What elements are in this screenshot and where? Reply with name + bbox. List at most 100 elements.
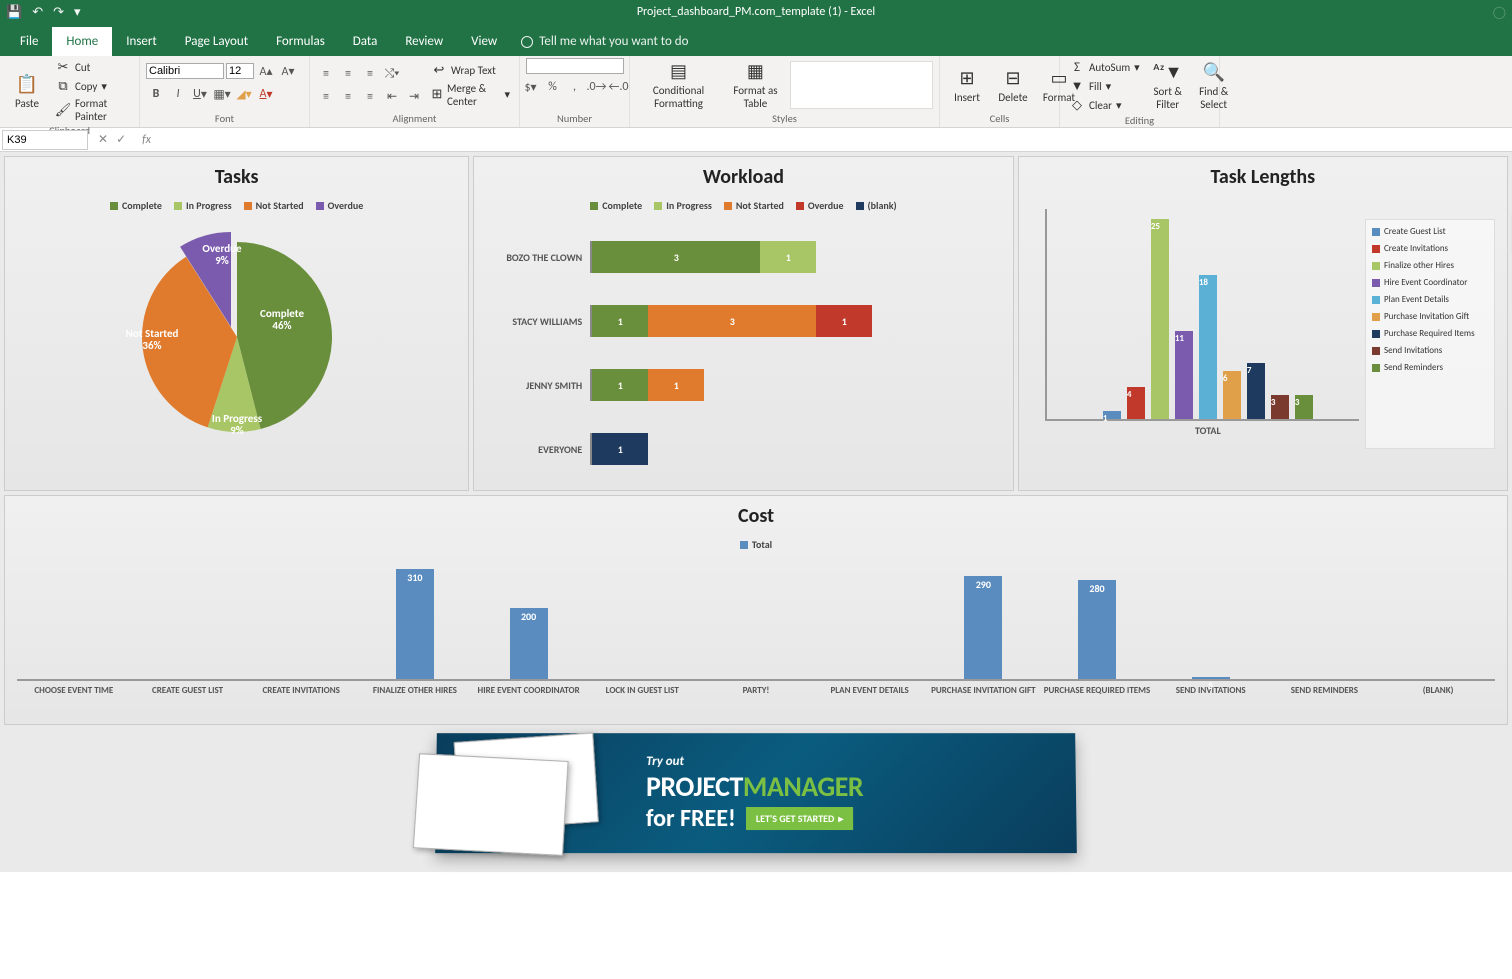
wrap-text-button[interactable]: ↩Wrap Text (428, 62, 513, 80)
promo-banner[interactable]: Try out PROJECTMANAGER for FREE! LET'S G… (4, 733, 1508, 853)
tab-view[interactable]: View (457, 27, 511, 56)
redo-icon[interactable]: ↷ (53, 5, 64, 20)
fx-label[interactable]: fx (136, 133, 151, 147)
legend-swatch (590, 202, 598, 210)
insert-cells-button[interactable]: ⊞Insert (946, 65, 988, 106)
fill-button[interactable]: ▼Fill ▾ (1066, 77, 1143, 95)
tab-data[interactable]: Data (339, 27, 392, 56)
italic-button[interactable]: I (168, 84, 188, 104)
group-alignment: ≡ ≡ ≡ ⤭▾ ≡ ≡ ≡ ⇤ ⇥ ↩Wrap Text ⊞Merge & C… (310, 56, 520, 127)
conditional-formatting-button[interactable]: ▤ Conditional Formatting (636, 58, 721, 112)
cut-button[interactable]: ✂Cut (52, 58, 133, 76)
bold-button[interactable]: B (146, 84, 166, 104)
decrease-font-icon[interactable]: A▾ (278, 61, 298, 81)
lengths-xlabel: TOTAL (1052, 424, 1364, 437)
align-middle-icon[interactable]: ≡ (338, 64, 358, 84)
cost-label: HIRE EVENT COORDINATOR (472, 681, 586, 696)
align-right-icon[interactable]: ≡ (360, 87, 380, 107)
enter-formula-icon[interactable]: ✓ (116, 132, 126, 147)
indent-dec-icon[interactable]: ⇤ (382, 87, 402, 107)
lengths-panel[interactable]: Task Lengths 142511186733TOTAL Create Gu… (1018, 156, 1508, 491)
workload-row: BOZO THE CLOWN31 (490, 232, 976, 282)
tab-insert[interactable]: Insert (112, 27, 171, 56)
merge-center-button[interactable]: ⊞Merge & Center ▾ (428, 81, 513, 109)
workload-legend: CompleteIn ProgressNot StartedOverdue(bl… (480, 199, 1006, 212)
workload-segment: 1 (592, 369, 648, 401)
legend-item: Overdue (316, 199, 364, 212)
sort-filter-button[interactable]: ᴬᶻ▼Sort & Filter (1147, 59, 1189, 113)
indent-inc-icon[interactable]: ⇥ (404, 87, 424, 107)
alignment-label: Alignment (316, 112, 513, 127)
window-controls: ◯ (1493, 5, 1506, 20)
tasks-legend: CompleteIn ProgressNot StartedOverdue (11, 199, 462, 212)
undo-icon[interactable]: ↶ (32, 5, 43, 20)
tab-home[interactable]: Home (52, 27, 112, 56)
length-bar: 4 (1126, 387, 1146, 419)
workload-segment: 1 (592, 305, 648, 337)
font-size-select[interactable] (226, 63, 254, 79)
clear-button[interactable]: ◇Clear ▾ (1066, 96, 1143, 114)
lengths-chart: 142511186733TOTAL (1045, 209, 1359, 421)
cost-label: SEND REMINDERS (1268, 681, 1382, 696)
cancel-formula-icon[interactable]: ✕ (98, 132, 108, 147)
get-started-button[interactable]: LET'S GET STARTED ▸ (746, 806, 854, 829)
paste-button[interactable]: 📋 Paste (6, 71, 48, 112)
length-legend-item: Plan Event Details (1372, 294, 1488, 305)
cost-label: CREATE GUEST LIST (131, 681, 245, 696)
promo-screenshots (395, 727, 626, 857)
group-clipboard: 📋 Paste ✂Cut ⧉Copy ▾ 🖌Format Painter Cli… (0, 56, 140, 127)
tell-me[interactable]: Tell me what you want to do (521, 34, 688, 56)
tab-file[interactable]: File (6, 27, 52, 56)
align-bottom-icon[interactable]: ≡ (360, 64, 380, 84)
orientation-icon[interactable]: ⤭▾ (382, 64, 402, 84)
increase-font-icon[interactable]: A▴ (256, 61, 276, 81)
format-painter-button[interactable]: 🖌Format Painter (52, 96, 133, 124)
length-legend-item: Hire Event Coordinator (1372, 277, 1488, 288)
cost-chart: 3102002902805 (17, 561, 1495, 681)
align-center-icon[interactable]: ≡ (338, 87, 358, 107)
lengths-title: Task Lengths (1025, 165, 1501, 189)
align-left-icon[interactable]: ≡ (316, 87, 336, 107)
number-format-select[interactable] (526, 58, 624, 74)
lightbulb-icon (521, 36, 533, 48)
tab-formulas[interactable]: Formulas (262, 27, 339, 56)
legend-swatch (110, 202, 118, 210)
font-name-select[interactable] (146, 63, 224, 79)
save-icon[interactable]: 💾 (6, 5, 22, 20)
cost-column: 5 (1154, 677, 1268, 679)
workload-panel[interactable]: Workload CompleteIn ProgressNot StartedO… (473, 156, 1013, 491)
underline-button[interactable]: U▾ (190, 84, 210, 104)
currency-icon[interactable]: $▾ (521, 77, 541, 97)
copy-button[interactable]: ⧉Copy ▾ (52, 77, 133, 95)
dec-decimal-icon[interactable]: ←.0 (609, 77, 629, 97)
align-top-icon[interactable]: ≡ (316, 64, 336, 84)
workload-row-label: JENNY SMITH (490, 379, 590, 392)
name-box[interactable] (2, 130, 88, 150)
find-select-button[interactable]: 🔍Find & Select (1193, 59, 1235, 113)
cond-format-icon: ▤ (668, 60, 690, 82)
font-color-button[interactable]: A▾ (256, 84, 276, 104)
fill-color-button[interactable]: ◢▾ (234, 84, 254, 104)
format-as-table-button[interactable]: ▦ Format as Table (725, 58, 786, 112)
percent-icon[interactable]: % (543, 77, 563, 97)
workload-segment: 1 (816, 305, 872, 337)
formula-input[interactable] (151, 130, 1512, 150)
autosum-button[interactable]: ΣAutoSum ▾ (1066, 58, 1143, 76)
inc-decimal-icon[interactable]: .0→ (587, 77, 607, 97)
cost-panel[interactable]: Cost Total 3102002902805 CHOOSE EVENT TI… (4, 495, 1508, 725)
comma-icon[interactable]: , (565, 77, 585, 97)
delete-cells-button[interactable]: ⊟Delete (992, 65, 1034, 106)
qat-dropdown-icon[interactable]: ▾ (74, 5, 81, 20)
window-title: Project_dashboard_PM.com_template (1) - … (637, 5, 875, 19)
cost-labels: CHOOSE EVENT TIMECREATE GUEST LISTCREATE… (17, 681, 1495, 696)
search-icon: 🔍 (1203, 61, 1225, 83)
cost-title: Cost (17, 504, 1495, 528)
workload-row-label: EVERYONE (490, 443, 590, 456)
length-bar: 7 (1246, 363, 1266, 419)
tab-page-layout[interactable]: Page Layout (171, 27, 262, 56)
border-button[interactable]: ▦▾ (212, 84, 232, 104)
tab-review[interactable]: Review (391, 27, 457, 56)
help-icon[interactable]: ◯ (1493, 5, 1506, 20)
tasks-panel[interactable]: Tasks CompleteIn ProgressNot StartedOver… (4, 156, 469, 491)
cell-styles-gallery[interactable] (790, 61, 933, 109)
